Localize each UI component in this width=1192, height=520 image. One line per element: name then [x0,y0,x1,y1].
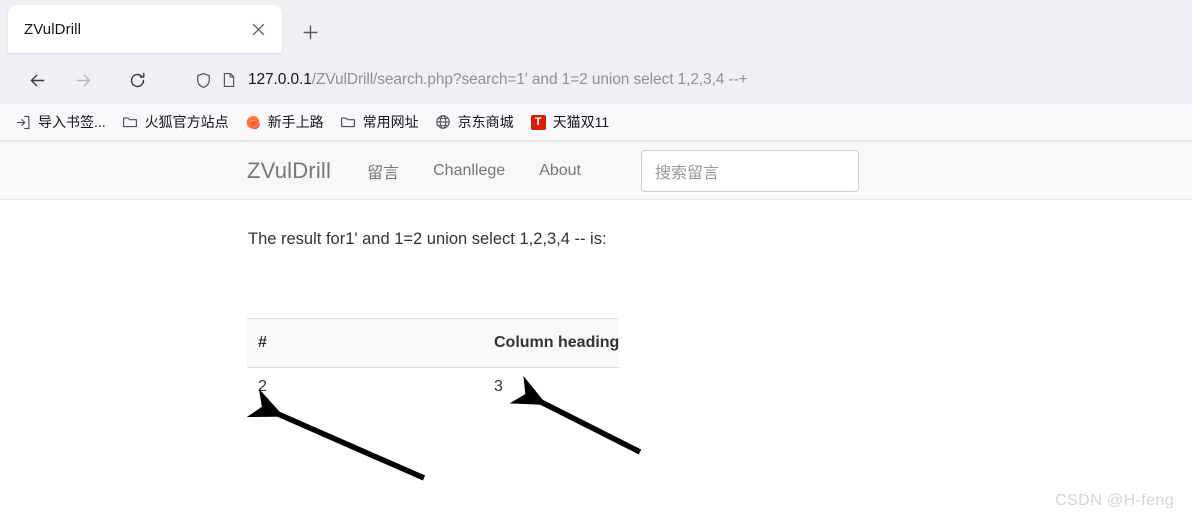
browser-window: ZVulDrill 127.0.0.1/ZVulDrill/search.php… [0,0,1192,520]
folder-icon [340,114,357,131]
bookmark-jd[interactable]: 京东商城 [428,109,521,135]
table-cell-index: 2 [258,378,267,395]
tab-strip: ZVulDrill [0,0,1192,56]
url-text: 127.0.0.1/ZVulDrill/search.php?search=1'… [248,71,748,89]
site-brand[interactable]: ZVulDrill [247,158,331,184]
globe-icon [435,114,452,131]
bookmarks-bar: 导入书签... 火狐官方站点 新手上路 常用网址 京东商城 T 天猫双11 [0,104,1192,141]
watermark: CSDN @H-feng [1055,492,1174,509]
shield-icon[interactable] [190,68,216,92]
bookmark-firefox-official-site[interactable]: 火狐官方站点 [115,109,236,135]
tmall-icon: T [530,114,547,131]
folder-icon [122,114,139,131]
reload-icon[interactable] [120,63,154,97]
new-tab-icon[interactable] [294,16,326,48]
page-icon[interactable] [216,68,242,92]
bookmark-label: 导入书签... [38,114,106,130]
result-table: # Column heading 2 3 [247,318,620,424]
url-path: /ZVulDrill/search.php?search=1' and 1=2 … [311,71,748,88]
table-head: # Column heading [247,318,620,368]
table-body: 2 3 [247,368,619,424]
navigation-toolbar: 127.0.0.1/ZVulDrill/search.php?search=1'… [0,56,1192,104]
bookmark-common-sites[interactable]: 常用网址 [333,109,426,135]
page-viewport: ZVulDrill 留言 Chanllege About 搜索留言 The re… [0,141,1192,520]
url-host: 127.0.0.1 [248,71,312,88]
nav-link-liuyan[interactable]: 留言 [367,159,399,183]
bookmark-label: 京东商城 [457,114,514,130]
result-text: The result for1' and 1=2 union select 1,… [248,230,607,248]
url-bar[interactable]: 127.0.0.1/ZVulDrill/search.php?search=1'… [182,63,1172,97]
close-icon[interactable] [246,17,270,41]
table-cell-column: 3 [494,378,503,395]
table-header-cell-column: Column heading [494,334,620,351]
table-row: 2 3 [247,368,619,424]
bookmark-label: 火狐官方站点 [144,114,229,130]
table-header-row: # Column heading [247,318,620,368]
bookmark-tmall[interactable]: T 天猫双11 [523,109,617,135]
forward-icon[interactable] [66,63,100,97]
firefox-icon [245,114,262,131]
bookmark-label: 常用网址 [362,114,419,130]
back-icon[interactable] [20,63,54,97]
bookmark-getting-started[interactable]: 新手上路 [238,109,331,135]
import-bookmarks-icon [15,114,32,131]
tab-title: ZVulDrill [24,20,82,38]
site-navbar: ZVulDrill 留言 Chanllege About 搜索留言 [0,141,1192,200]
bookmark-label: 新手上路 [267,114,324,130]
bookmark-import[interactable]: 导入书签... [8,109,113,135]
bookmark-label: 天猫双11 [552,114,610,130]
browser-tab[interactable]: ZVulDrill [8,5,282,53]
nav-link-chanllege[interactable]: Chanllege [433,162,505,180]
search-input-placeholder: 搜索留言 [655,164,720,182]
nav-link-about[interactable]: About [539,162,581,180]
table-header-cell-index: # [258,334,267,351]
search-input[interactable]: 搜索留言 [641,149,859,192]
